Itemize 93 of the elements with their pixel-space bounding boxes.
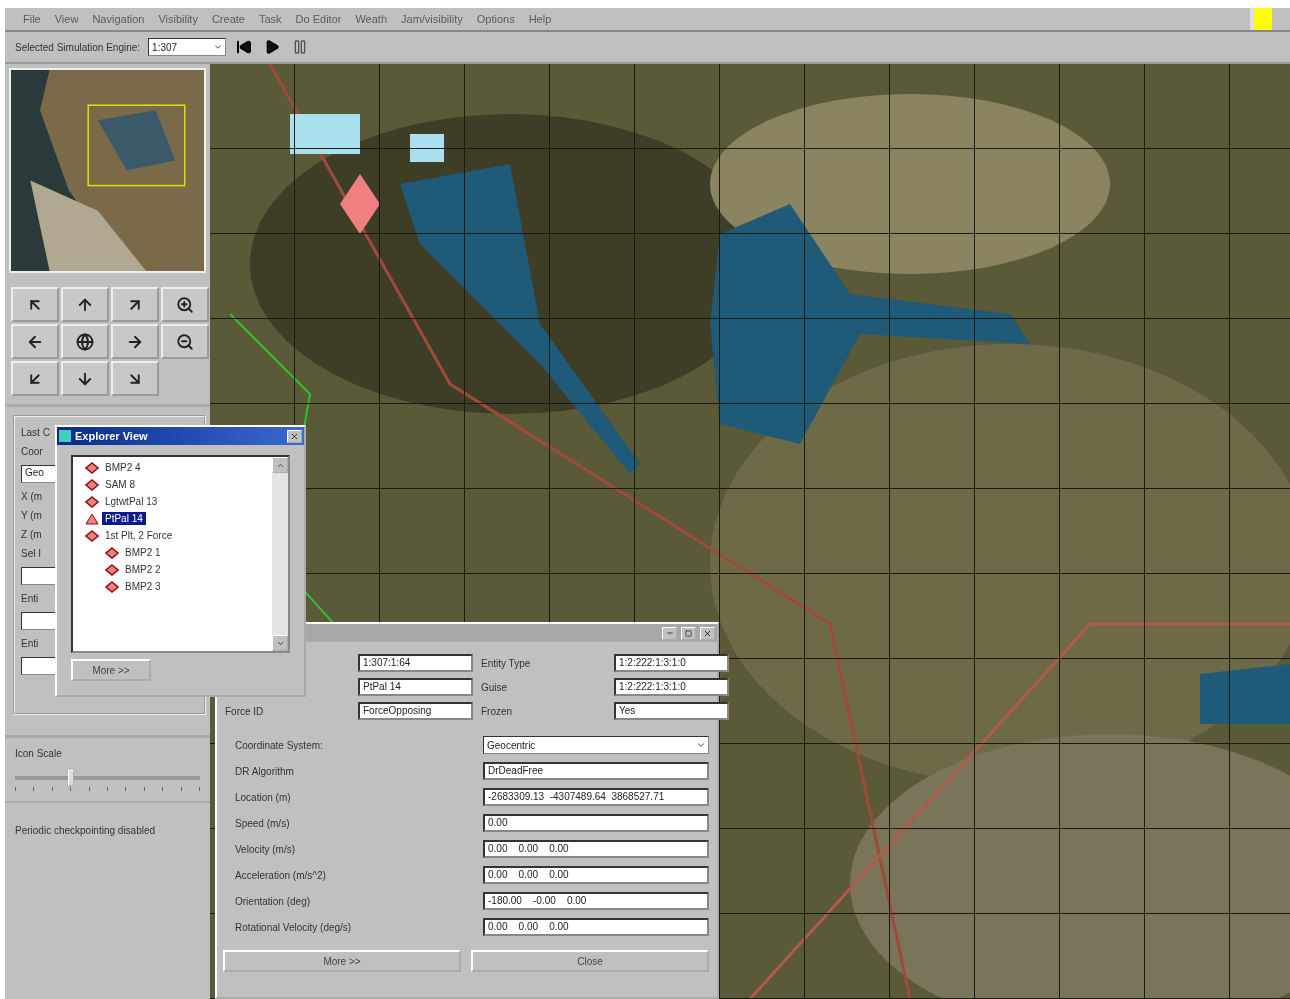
tree-item[interactable]: BMP2 2 — [122, 563, 164, 576]
field-label: Enti — [21, 593, 39, 604]
menu-item[interactable]: Help — [528, 13, 552, 25]
input-field[interactable]: ForceOpposing — [358, 702, 473, 720]
input-field[interactable]: PtPal 14 — [358, 678, 473, 696]
nav-button[interactable] — [61, 287, 109, 322]
field-label: Location (m) — [235, 791, 292, 803]
diamond-symbol-icon — [85, 529, 99, 542]
tree-item[interactable]: LgtwtPal 13 — [102, 495, 161, 508]
menu-item[interactable]: View — [54, 13, 79, 25]
engine-select[interactable]: 1:307 — [148, 38, 227, 56]
field-label: Acceleration (m/s^2) — [235, 869, 327, 881]
field-label: Y (m — [21, 510, 42, 521]
close-icon — [703, 628, 712, 638]
close-button[interactable] — [287, 429, 302, 443]
input-field[interactable]: 0.00 0.00 0.00 — [483, 866, 709, 884]
input-field[interactable]: 0.00 0.00 0.00 — [483, 918, 709, 936]
window-icon — [59, 430, 71, 442]
field-label: Speed (m/s) — [235, 817, 291, 829]
menu-item[interactable]: Create — [211, 13, 245, 25]
zoom-in-icon — [176, 295, 194, 314]
field-label: Z (m — [21, 529, 42, 540]
field-label: Last C — [21, 427, 50, 438]
icon-scale-label: Icon Scale — [15, 748, 62, 759]
menu-item[interactable]: Navigation — [92, 13, 145, 25]
input-field[interactable]: -2683309.13 -4307489.64 3868527.71 — [483, 788, 709, 806]
diamond-symbol-icon — [105, 546, 119, 559]
diamond-symbol-icon — [85, 478, 99, 491]
nav-button[interactable] — [111, 287, 159, 322]
diamond-symbol-icon — [105, 580, 119, 593]
nav-button[interactable] — [11, 324, 59, 359]
close-button[interactable] — [700, 626, 715, 640]
scrollbar[interactable] — [272, 457, 288, 651]
diamond-symbol-icon — [85, 495, 99, 508]
input-field[interactable]: 1:2:222:1:3:1:0 — [614, 654, 729, 672]
engine-label: Selected Simulation Engine: — [15, 41, 141, 53]
tree-item[interactable]: 1st Plt, 2 Force — [102, 529, 176, 542]
tree-item[interactable]: BMP2 4 — [102, 461, 144, 474]
field-label: Frozen — [481, 705, 514, 717]
more-button[interactable]: More >> — [71, 659, 151, 681]
tree-item[interactable]: BMP2 3 — [122, 580, 164, 593]
close-icon — [290, 431, 299, 441]
nav-button[interactable] — [61, 361, 109, 396]
field-label: Coordinate System: — [235, 739, 324, 751]
input-field[interactable]: -180.00 -0.00 0.00 — [483, 892, 709, 910]
tree-item[interactable]: SAM 8 — [102, 478, 138, 491]
select-field[interactable]: Geocentric — [483, 736, 709, 754]
menu-item[interactable]: Options — [476, 13, 515, 25]
input-field[interactable]: 0.00 0.00 0.00 — [483, 840, 709, 858]
field-label: Force ID — [225, 705, 265, 717]
zoom-out-icon — [176, 332, 194, 351]
field-label: Entity Type — [481, 657, 532, 669]
nav-button[interactable] — [11, 361, 59, 396]
close-button[interactable]: Close — [471, 950, 709, 972]
field-label: Coor — [21, 446, 43, 457]
globe-icon — [76, 332, 94, 351]
field-label: DR Algorithm — [235, 765, 295, 777]
minimize-button[interactable] — [662, 626, 677, 640]
nav-button[interactable] — [161, 324, 209, 359]
menu-item[interactable]: File — [23, 13, 41, 25]
nav-button[interactable] — [11, 287, 59, 322]
input-field[interactable]: 1:2:222:1:3:1:0 — [614, 678, 729, 696]
window-title: Explorer View — [75, 430, 148, 442]
field-label: Orientation (deg) — [235, 895, 312, 907]
tree-item[interactable]: BMP2 1 — [122, 546, 164, 559]
menu-item[interactable]: Jam/visibility — [401, 13, 463, 25]
menu-item[interactable]: Weath — [355, 13, 387, 25]
nav-button[interactable] — [111, 324, 159, 359]
field-label: Enti — [21, 638, 39, 649]
minimize-icon — [665, 629, 674, 637]
nav-button[interactable] — [61, 324, 109, 359]
maximize-icon — [685, 629, 692, 637]
input-field[interactable]: Yes — [614, 702, 729, 720]
diamond-symbol-icon — [105, 563, 119, 576]
field-label: Guise — [481, 681, 509, 693]
field-label: Sel I — [21, 548, 41, 559]
diamond-symbol-icon — [85, 461, 99, 474]
menu-item[interactable]: Visibility — [158, 13, 198, 25]
nav-button[interactable] — [161, 287, 209, 322]
input-field[interactable]: DrDeadFree — [483, 762, 709, 780]
input-field[interactable]: 0.00 — [483, 814, 709, 832]
menu-item[interactable]: Task — [258, 13, 282, 25]
tree-item[interactable]: PtPal 14 — [102, 512, 146, 525]
nav-button[interactable] — [111, 361, 159, 396]
maximize-button[interactable] — [681, 626, 696, 640]
triangle-symbol-icon — [85, 512, 99, 525]
input-field[interactable]: 1:307:1:64 — [358, 654, 473, 672]
field-label: X (m — [21, 491, 43, 502]
slider-thumb[interactable] — [67, 770, 74, 786]
field-label: Rotational Velocity (deg/s) — [235, 921, 353, 933]
field-label: Velocity (m/s) — [235, 843, 296, 855]
more-button[interactable]: More >> — [223, 950, 461, 972]
menu-item[interactable]: Do Editor — [295, 13, 342, 25]
